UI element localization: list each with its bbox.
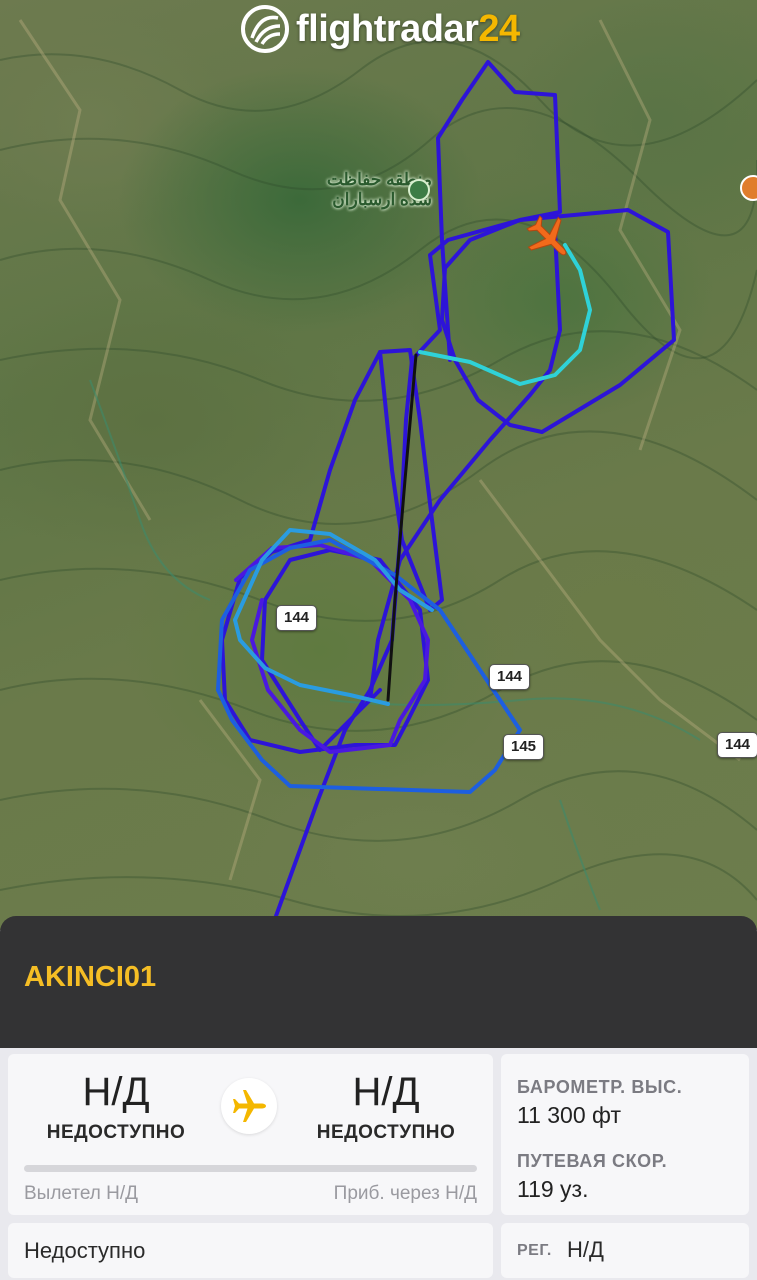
destination-name: НЕДОСТУПНО [316,1122,456,1143]
flightradar-logo: flightradar24 [240,2,520,56]
aircraft-icon[interactable] [523,212,575,264]
airplane-icon [233,1090,266,1122]
callsign: AKINCI01 [24,961,157,993]
departed-text: Вылетел Н/Д [24,1183,139,1204]
road-badge: 144 [717,732,757,758]
ground-speed-value: 119 уз. [517,1176,589,1202]
reg-value: Н/Д [567,1237,604,1262]
track-segment [368,230,562,702]
altitude-speed-card[interactable]: БАРОМЕТР. ВЫС. 11 300 фт ПУТЕВАЯ СКОР. 1… [501,1054,749,1215]
logo-wordmark: flightradar24 [296,7,520,50]
baro-alt-value: 11 300 фт [517,1102,621,1128]
status-text: Недоступно [24,1238,146,1263]
road-badge: 144 [489,664,531,690]
map-view[interactable]: flightradar24 منطقه حفاظت شده ارسباران 1… [0,0,757,930]
ground-speed-label: ПУТЕВАЯ СКОР. [517,1151,668,1171]
arrival-text: Приб. через Н/Д [333,1183,477,1204]
origin-name: НЕДОСТУПНО [46,1122,186,1143]
track-segment [233,618,390,706]
track-segment [390,60,562,642]
origin-code: Н/Д [82,1070,150,1114]
aircraft-type-card[interactable]: Недоступно [8,1223,493,1278]
tree-icon[interactable] [408,179,430,201]
route-plane-icon [221,1078,277,1134]
road-badge: 144 [276,605,318,631]
road-badge: 145 [503,734,545,760]
flight-info-panel: Н/Д НЕДОСТУПНО Н/Д НЕДОСТУПНО Вылетел Н/… [0,1048,757,1280]
track-segment [386,353,418,702]
route-card[interactable]: Н/Д НЕДОСТУПНО Н/Д НЕДОСТУПНО Вылетел Н/… [8,1054,493,1215]
radar-logo-icon [241,5,289,53]
callsign-bar[interactable]: AKINCI01 [0,916,757,1048]
baro-alt-label: БАРОМЕТР. ВЫС. [517,1077,683,1097]
flight-track [216,60,676,918]
registration-card[interactable]: РЕГ. Н/Д [501,1223,749,1278]
reg-label: РЕГ. [517,1242,552,1259]
flight-progress-bar [24,1165,477,1172]
destination-code: Н/Д [352,1070,420,1114]
